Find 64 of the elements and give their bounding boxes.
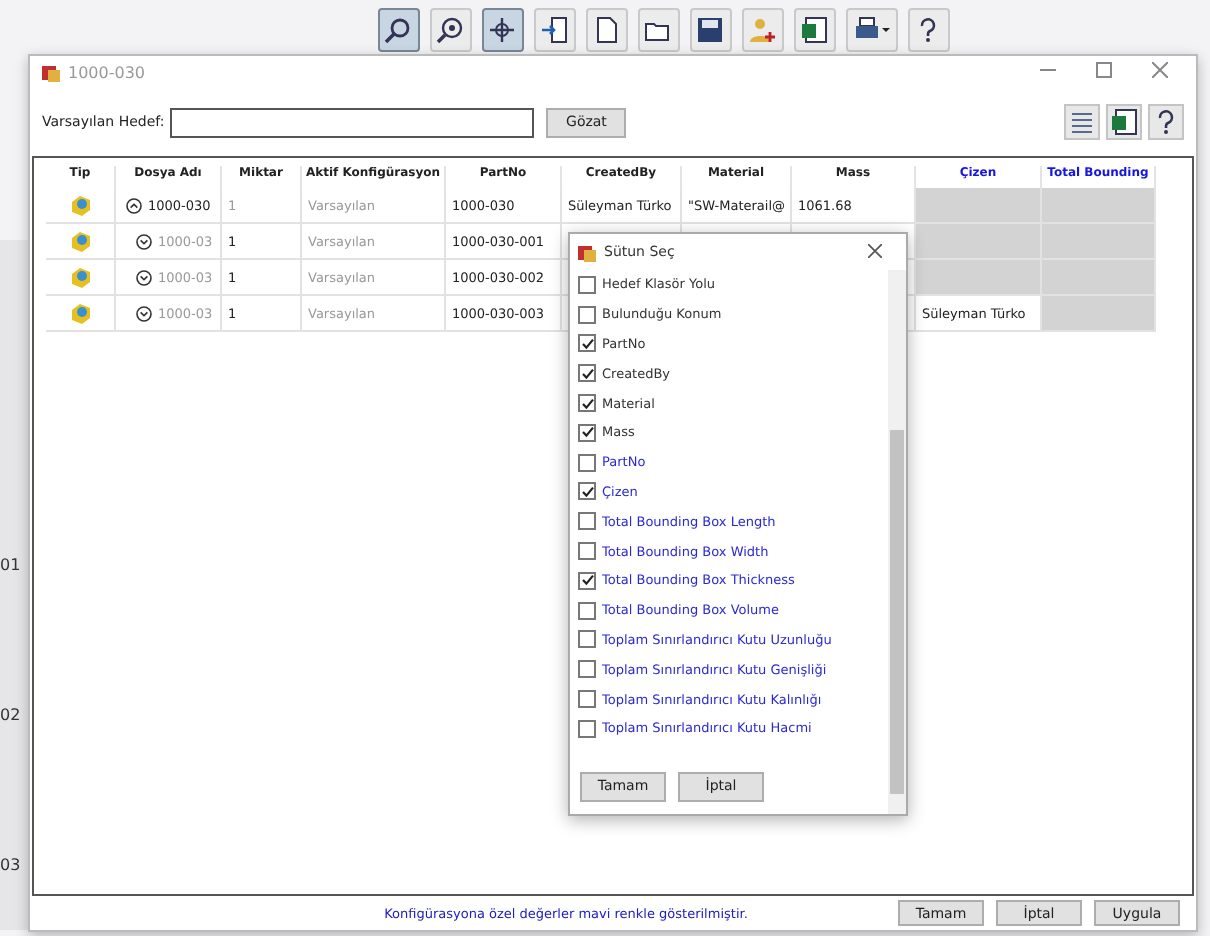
table-cell [916, 260, 1042, 296]
checkbox[interactable] [578, 660, 596, 679]
column-list-button[interactable] [1064, 104, 1100, 140]
close-icon[interactable] [867, 243, 881, 257]
toolbar-button[interactable] [689, 8, 731, 52]
row-label: 01 [0, 556, 21, 574]
checkbox[interactable] [578, 423, 596, 442]
assembly-icon [69, 266, 91, 288]
checkbox[interactable] [578, 601, 596, 620]
checkbox[interactable] [578, 571, 596, 590]
assembly-icon [69, 302, 91, 324]
app-icon [42, 63, 60, 81]
blank-page-icon [592, 16, 620, 44]
window-title: 1000-030 [68, 63, 148, 81]
expand-icon[interactable] [136, 269, 152, 285]
checkbox[interactable] [578, 394, 596, 413]
table-cell [1042, 188, 1156, 224]
checkbox[interactable] [578, 334, 596, 353]
checkbox[interactable] [578, 630, 596, 649]
person-plus-icon [748, 16, 776, 44]
checkbox[interactable] [578, 542, 596, 561]
table-cell [1042, 296, 1156, 332]
help-button[interactable] [1148, 104, 1184, 140]
checkbox[interactable] [578, 275, 596, 294]
magnifier-icon [384, 16, 412, 44]
table-cell [1042, 260, 1156, 296]
maximize-icon[interactable] [1096, 61, 1112, 77]
table-cell [1042, 224, 1156, 260]
document-arrow-icon [540, 16, 568, 44]
toolbar-button[interactable] [481, 8, 523, 52]
row-label: 02 [0, 706, 21, 724]
toolbar-button[interactable] [533, 8, 575, 52]
close-icon[interactable] [1152, 61, 1168, 77]
checkbox[interactable] [578, 453, 596, 472]
checkbox[interactable] [578, 305, 596, 324]
crosshair-icon [488, 16, 516, 44]
target-field[interactable] [170, 107, 535, 137]
toolbar-button[interactable] [637, 8, 679, 52]
app-icon [578, 243, 596, 261]
table-cell [916, 188, 1042, 224]
row-label: 03 [0, 856, 21, 874]
spreadsheet-icon [1110, 108, 1138, 136]
assembly-icon [69, 230, 91, 252]
checkbox[interactable] [578, 482, 596, 501]
printer-icon [853, 16, 889, 44]
checkbox[interactable] [578, 512, 596, 531]
toolbar-button[interactable] [845, 8, 897, 52]
scrollbar[interactable] [888, 270, 906, 814]
toolbar-button[interactable] [377, 8, 419, 52]
expand-icon[interactable] [136, 233, 152, 249]
toolbar-button[interactable] [907, 8, 949, 52]
toolbar-button[interactable] [429, 8, 471, 52]
checkbox[interactable] [578, 364, 596, 383]
spreadsheet-icon [800, 16, 828, 44]
collapse-icon[interactable] [126, 197, 142, 213]
magnifier-icon [436, 16, 464, 44]
toolbar-button[interactable] [585, 8, 627, 52]
checkbox[interactable] [578, 690, 596, 709]
assembly-icon [69, 194, 91, 216]
expand-icon[interactable] [136, 305, 152, 321]
export-button[interactable] [1106, 104, 1142, 140]
toolbar-button[interactable] [793, 8, 835, 52]
list-icon [1070, 110, 1094, 134]
checkbox[interactable] [578, 719, 596, 738]
